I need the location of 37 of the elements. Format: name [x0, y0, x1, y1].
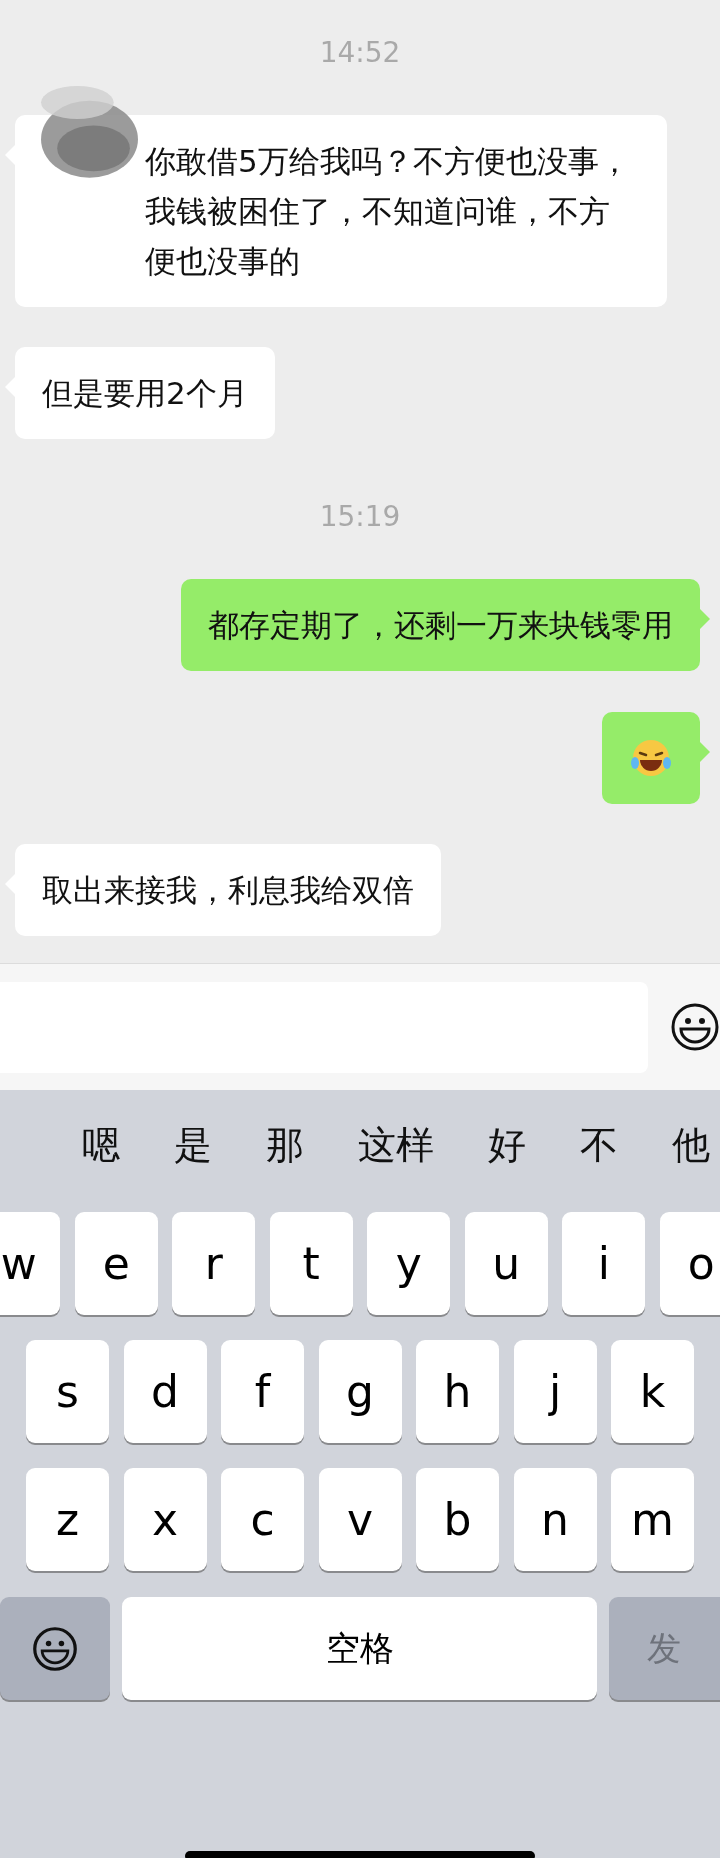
key[interactable]: j: [513, 1340, 597, 1443]
key[interactable]: i: [562, 1212, 646, 1315]
candidate-word[interactable]: 不: [580, 1116, 618, 1174]
key[interactable]: y: [367, 1212, 451, 1315]
key[interactable]: t: [269, 1212, 353, 1315]
candidate-word[interactable]: 是: [174, 1116, 212, 1174]
key[interactable]: r: [172, 1212, 256, 1315]
space-key[interactable]: 空格: [122, 1597, 597, 1700]
key[interactable]: v: [318, 1468, 402, 1571]
key[interactable]: o: [659, 1212, 720, 1315]
key[interactable]: f: [221, 1340, 304, 1443]
candidate-word[interactable]: 那: [266, 1116, 304, 1174]
key[interactable]: n: [513, 1468, 597, 1571]
emoji-key[interactable]: [0, 1597, 110, 1700]
key[interactable]: c: [221, 1468, 304, 1571]
bubble-tail: [700, 609, 710, 629]
key[interactable]: x: [123, 1468, 207, 1571]
laughing-face-icon: [630, 737, 672, 779]
timestamp: 15:19: [319, 499, 401, 535]
timestamp: 14:52: [319, 35, 401, 71]
key[interactable]: w: [0, 1212, 61, 1315]
key[interactable]: s: [26, 1340, 109, 1443]
candidate-word[interactable]: 好: [488, 1116, 526, 1174]
key[interactable]: d: [123, 1340, 207, 1443]
key[interactable]: z: [26, 1468, 109, 1571]
candidate-word[interactable]: 这样: [358, 1116, 434, 1174]
key[interactable]: e: [74, 1212, 158, 1315]
emoji-icon: [32, 1625, 78, 1672]
key[interactable]: g: [318, 1340, 402, 1443]
key[interactable]: b: [416, 1468, 499, 1571]
candidate-word[interactable]: 嗯: [82, 1116, 120, 1174]
emoji-icon[interactable]: [670, 1002, 720, 1052]
key[interactable]: h: [416, 1340, 499, 1443]
candidate-word[interactable]: 他: [672, 1116, 710, 1174]
key[interactable]: k: [611, 1340, 694, 1443]
key[interactable]: u: [464, 1212, 548, 1315]
key[interactable]: m: [611, 1468, 694, 1571]
